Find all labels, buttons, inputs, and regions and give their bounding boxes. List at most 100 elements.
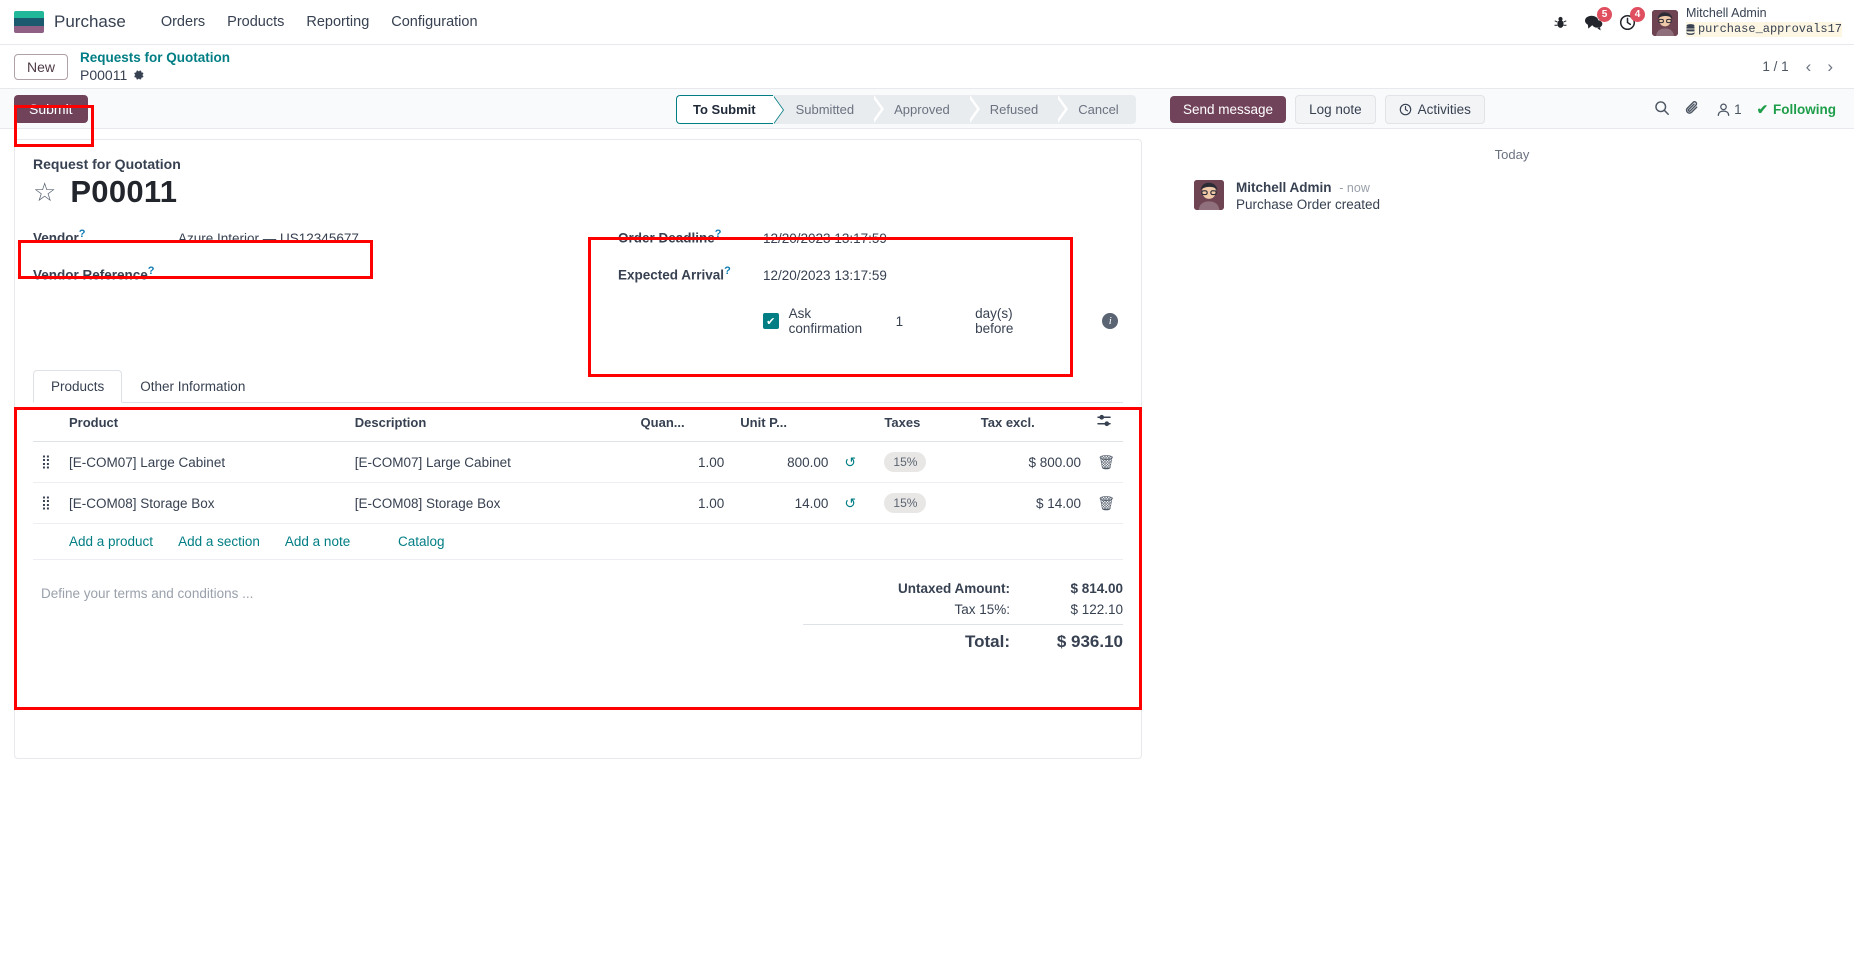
status-refused[interactable]: Refused bbox=[966, 95, 1069, 124]
activities-button[interactable]: Activities bbox=[1384, 95, 1485, 124]
untaxed-amount-row: Untaxed Amount: $ 814.00 bbox=[803, 578, 1123, 599]
row-unit-price[interactable]: 14.00 bbox=[732, 482, 837, 524]
pager: 1 / 1 ‹ › bbox=[1762, 45, 1838, 88]
order-deadline-label-text: Order Deadline bbox=[618, 230, 715, 246]
message-author: Mitchell Admin bbox=[1236, 180, 1332, 195]
ask-confirmation-row: ✔ Ask confirmation 1 day(s) before i bbox=[763, 302, 1119, 336]
status-approved[interactable]: Approved bbox=[871, 95, 980, 124]
message-content: Mitchell Admin - now Purchase Order crea… bbox=[1236, 180, 1380, 212]
vendor-reference-help-icon[interactable]: ? bbox=[148, 265, 155, 277]
odoo-logo-icon[interactable] bbox=[14, 11, 44, 33]
order-deadline-label: Order Deadline? bbox=[618, 228, 763, 246]
form-subtitle: Request for Quotation bbox=[33, 156, 181, 172]
optional-columns-icon[interactable] bbox=[1097, 414, 1112, 430]
add-a-product-link[interactable]: Add a product bbox=[69, 534, 153, 549]
total-row: Total: $ 936.10 bbox=[803, 624, 1123, 655]
row-quantity[interactable]: 1.00 bbox=[632, 482, 733, 524]
column-quantity[interactable]: Quan... bbox=[632, 403, 733, 442]
tax-value: $ 122.10 bbox=[1070, 602, 1123, 617]
untaxed-amount-label: Untaxed Amount: bbox=[898, 581, 1010, 596]
user-menu[interactable]: Mitchell Admin purchase_approvals17 bbox=[1651, 6, 1842, 39]
row-taxes[interactable]: 15% bbox=[876, 441, 973, 483]
expected-arrival-help-icon[interactable]: ? bbox=[724, 265, 731, 277]
row-description[interactable]: [E-COM07] Large Cabinet bbox=[346, 441, 633, 483]
ask-confirmation-days[interactable]: 1 bbox=[896, 314, 904, 329]
order-deadline-field[interactable]: 12/20/2023 13:17:59 bbox=[763, 231, 887, 246]
row-taxes[interactable]: 15% bbox=[876, 482, 973, 524]
order-deadline-help-icon[interactable]: ? bbox=[715, 228, 722, 240]
favorite-star-icon[interactable]: ☆ bbox=[33, 179, 56, 205]
catalog-link[interactable]: Catalog bbox=[398, 534, 445, 549]
chatter-action-buttons: Send message Log note Activities bbox=[1170, 95, 1485, 124]
add-a-section-link[interactable]: Add a section bbox=[178, 534, 260, 549]
table-row[interactable]: ⣿ [E-COM07] Large Cabinet [E-COM07] Larg… bbox=[33, 441, 1123, 483]
reset-price-icon[interactable]: ↺ bbox=[844, 495, 856, 511]
database-label: purchase_approvals17 bbox=[1697, 21, 1842, 36]
order-lines-header: Product Description Quan... Unit P... Ta… bbox=[33, 403, 1123, 442]
search-icon[interactable] bbox=[1654, 100, 1670, 119]
delete-row-icon[interactable]: 🗑 bbox=[1097, 495, 1115, 511]
message-timestamp: - now bbox=[1339, 181, 1370, 195]
row-product[interactable]: [E-COM08] Storage Box bbox=[61, 482, 347, 524]
menu-products[interactable]: Products bbox=[216, 8, 295, 36]
row-unit-price[interactable]: 800.00 bbox=[732, 441, 837, 483]
info-icon[interactable]: i bbox=[1102, 313, 1119, 329]
tax-row: Tax 15%: $ 122.10 bbox=[803, 599, 1123, 620]
column-description[interactable]: Description bbox=[346, 403, 633, 442]
check-icon: ✔ bbox=[1756, 101, 1768, 117]
vendor-help-icon[interactable]: ? bbox=[79, 228, 86, 240]
ask-confirmation-checkbox[interactable]: ✔ bbox=[763, 313, 779, 329]
row-product[interactable]: [E-COM07] Large Cabinet bbox=[61, 441, 347, 483]
column-product[interactable]: Product bbox=[61, 403, 347, 442]
new-button[interactable]: New bbox=[14, 53, 69, 80]
message-avatar bbox=[1194, 180, 1224, 210]
order-lines-body: ⣿ [E-COM07] Large Cabinet [E-COM07] Larg… bbox=[33, 441, 1123, 560]
row-quantity[interactable]: 1.00 bbox=[632, 441, 733, 483]
tax-badge: 15% bbox=[884, 452, 927, 472]
followers-button[interactable]: 1 bbox=[1716, 102, 1742, 117]
menu-orders[interactable]: Orders bbox=[150, 8, 216, 36]
page-title: P00011 bbox=[70, 174, 178, 209]
form-fields: Vendor? Azure Interior — US12345677 Vend… bbox=[33, 228, 1123, 336]
tab-other-information[interactable]: Other Information bbox=[122, 370, 263, 403]
pager-next-button[interactable]: › bbox=[1822, 57, 1838, 77]
menu-reporting[interactable]: Reporting bbox=[295, 8, 380, 36]
delete-row-icon[interactable]: 🗑 bbox=[1097, 454, 1115, 470]
app-name-purchase[interactable]: Purchase bbox=[54, 12, 126, 32]
send-message-button[interactable]: Send message bbox=[1170, 96, 1287, 123]
pager-previous-button[interactable]: ‹ bbox=[1801, 57, 1817, 77]
row-drag-handle[interactable]: ⣿ bbox=[33, 482, 61, 524]
column-unit-price[interactable]: Unit P... bbox=[732, 403, 837, 442]
gear-icon[interactable] bbox=[133, 69, 145, 81]
breadcrumb-parent[interactable]: Requests for Quotation bbox=[80, 49, 230, 67]
form-column-left: Vendor? Azure Interior — US12345677 Vend… bbox=[33, 228, 493, 336]
column-taxes[interactable]: Taxes bbox=[876, 403, 973, 442]
activities-badge: 4 bbox=[1629, 7, 1645, 22]
row-description[interactable]: [E-COM08] Storage Box bbox=[346, 482, 633, 524]
messages-icon[interactable]: 5 bbox=[1584, 7, 1612, 31]
status-submitted[interactable]: Submitted bbox=[772, 95, 884, 124]
tax-label: Tax 15%: bbox=[954, 602, 1010, 617]
attachment-paperclip-icon[interactable] bbox=[1685, 100, 1701, 119]
log-note-button[interactable]: Log note bbox=[1295, 95, 1376, 124]
expected-arrival-row: Expected Arrival? 12/20/2023 13:17:59 bbox=[618, 265, 1118, 302]
submit-button[interactable]: Submit bbox=[14, 94, 88, 123]
tab-products[interactable]: Products bbox=[33, 370, 123, 403]
notebook: Products Other Information Product Descr… bbox=[33, 370, 1123, 690]
bug-icon[interactable] bbox=[1553, 15, 1568, 30]
table-row[interactable]: ⣿ [E-COM08] Storage Box [E-COM08] Storag… bbox=[33, 482, 1123, 524]
vendor-label: Vendor? bbox=[33, 228, 178, 246]
row-drag-handle[interactable]: ⣿ bbox=[33, 441, 61, 483]
activities-clock-icon[interactable]: 4 bbox=[1619, 7, 1645, 31]
navbar-right-area: 5 4 Mitchell Admin purchase_approvals17 bbox=[1553, 0, 1842, 45]
vendor-field[interactable]: Azure Interior — US12345677 bbox=[178, 231, 359, 246]
following-button[interactable]: ✔ Following bbox=[1757, 102, 1836, 118]
add-a-note-link[interactable]: Add a note bbox=[285, 534, 350, 549]
vendor-reference-label: Vendor Reference? bbox=[33, 265, 178, 283]
expected-arrival-field[interactable]: 12/20/2023 13:17:59 bbox=[763, 268, 887, 283]
status-to-submit[interactable]: To Submit bbox=[676, 95, 784, 124]
column-tax-excluded[interactable]: Tax excl. bbox=[972, 403, 1089, 442]
avatar bbox=[1651, 9, 1678, 36]
menu-configuration[interactable]: Configuration bbox=[380, 8, 488, 36]
reset-price-icon[interactable]: ↺ bbox=[844, 454, 856, 470]
